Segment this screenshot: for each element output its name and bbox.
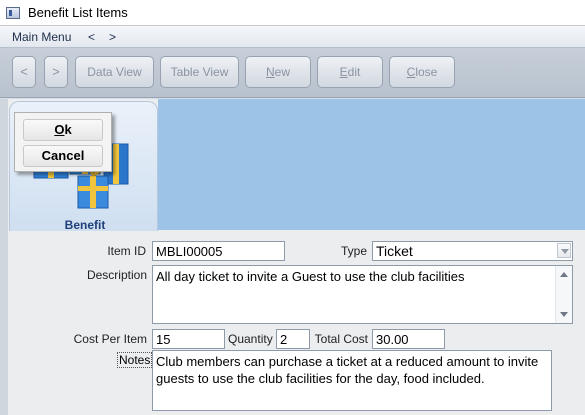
main-menu-link[interactable]: Main Menu — [12, 30, 71, 44]
quantity-label: Quantity — [228, 332, 273, 346]
total-cost-label: Total Cost — [314, 332, 368, 346]
menu-bar: Main Menu < > — [0, 26, 585, 48]
scroll-down-icon[interactable] — [560, 312, 568, 317]
scroll-up-icon[interactable] — [560, 272, 568, 277]
description-textarea[interactable]: All day ticket to invite a Guest to use … — [152, 265, 573, 324]
chevron-down-icon[interactable] — [557, 243, 571, 258]
item-id-label: Item ID — [107, 244, 146, 258]
menu-back-arrow[interactable]: < — [88, 30, 95, 44]
type-label: Type — [340, 244, 367, 258]
ok-button-access-key: O — [54, 122, 65, 137]
new-button-label: ew — [274, 65, 290, 79]
forward-button[interactable]: > — [44, 56, 68, 88]
quantity-field[interactable]: 2 — [276, 329, 310, 349]
description-label: Description — [86, 268, 147, 282]
new-button-access-key: N — [265, 65, 275, 79]
edit-button-access-key: E — [339, 65, 348, 79]
header-banner — [158, 99, 585, 230]
close-button[interactable]: Close — [389, 56, 455, 88]
ok-button[interactable]: Ok — [23, 119, 103, 141]
toolbar: < > Data View Table View New Edit Close — [0, 48, 585, 98]
description-text: All day ticket to invite a Guest to use … — [156, 269, 465, 284]
type-select-value: Ticket — [376, 243, 413, 259]
data-view-button[interactable]: Data View — [75, 56, 154, 88]
ok-button-label: k — [64, 122, 72, 137]
left-edge-strip — [0, 99, 8, 415]
item-id-field[interactable]: MBLI00005 — [152, 241, 285, 261]
notes-textarea[interactable]: Club members can purchase a ticket at a … — [152, 350, 552, 411]
app-window-icon — [6, 7, 20, 19]
table-view-button[interactable]: Table View — [160, 56, 239, 88]
menu-forward-arrow[interactable]: > — [109, 30, 116, 44]
total-cost-field[interactable]: 30.00 — [372, 329, 445, 349]
cancel-button[interactable]: Cancel — [23, 145, 103, 167]
cost-per-item-field[interactable]: 15 — [152, 329, 225, 349]
edit-button-label: dit — [347, 65, 361, 79]
edit-button[interactable]: Edit — [317, 56, 383, 88]
back-button[interactable]: < — [12, 56, 36, 88]
window-title: Benefit List Items — [28, 5, 128, 20]
cost-per-item-label: Cost Per Item — [73, 332, 147, 346]
description-scrollbar[interactable] — [555, 266, 572, 323]
new-button[interactable]: New — [245, 56, 311, 88]
benefit-tab-label: Benefit — [64, 218, 106, 232]
notes-text: Club members can purchase a ticket at a … — [156, 354, 539, 386]
notes-label: Notes — [117, 352, 153, 368]
close-button-label: lose — [415, 65, 438, 79]
ok-cancel-popup: Ok Cancel — [14, 112, 112, 172]
title-bar: Benefit List Items — [0, 0, 585, 26]
type-select[interactable]: Ticket — [372, 241, 573, 261]
